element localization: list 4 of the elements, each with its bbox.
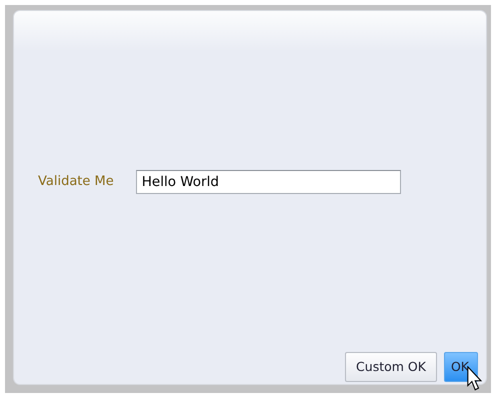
field-label: Validate Me: [38, 172, 114, 191]
mouse-cursor-icon: [467, 366, 485, 393]
text-field[interactable]: Hello World: [136, 170, 401, 194]
custom-ok-button[interactable]: Custom OK: [345, 352, 437, 382]
